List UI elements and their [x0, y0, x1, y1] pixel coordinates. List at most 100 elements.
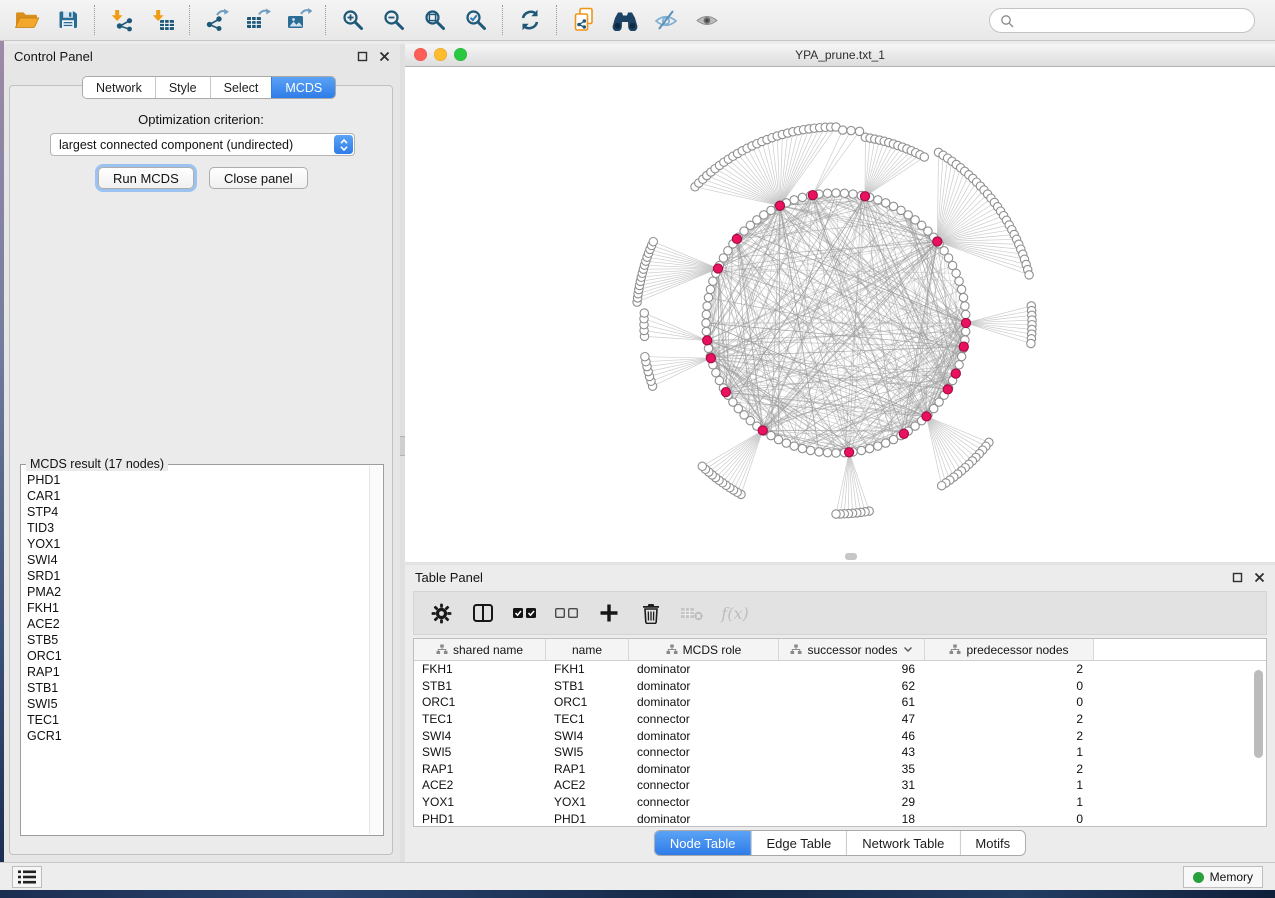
table-cell: 2: [925, 762, 1094, 776]
table-cell: dominator: [629, 695, 779, 709]
result-scrollbar-track[interactable]: [369, 466, 382, 834]
close-panel-button-2[interactable]: Close panel: [209, 167, 308, 189]
show-all-button[interactable]: [686, 3, 727, 37]
mcds-result-item[interactable]: FKH1: [27, 600, 367, 616]
network-hscroll-thumb[interactable]: [845, 553, 857, 560]
table-cell: STB1: [546, 679, 629, 693]
tab-network[interactable]: Network: [83, 77, 155, 98]
close-table-panel-button[interactable]: [1253, 572, 1265, 584]
mcds-result-item[interactable]: SRD1: [27, 568, 367, 584]
find-binoculars-button[interactable]: [604, 3, 645, 37]
table-cell: 62: [779, 679, 925, 693]
mcds-result-item[interactable]: ACE2: [27, 616, 367, 632]
import-network-button[interactable]: [101, 3, 142, 37]
column-header-name[interactable]: name: [546, 639, 629, 660]
mcds-result-item[interactable]: SWI4: [27, 552, 367, 568]
mcds-result-item[interactable]: TEC1: [27, 712, 367, 728]
task-history-button[interactable]: [12, 866, 42, 888]
criterion-dropdown[interactable]: largest connected component (undirected): [50, 133, 355, 156]
table-row[interactable]: FKH1FKH1dominator962: [414, 661, 1266, 678]
zoom-out-button[interactable]: [373, 3, 414, 37]
mcds-result-item[interactable]: ORC1: [27, 648, 367, 664]
tab-network-table[interactable]: Network Table: [846, 831, 959, 855]
table-cell: RAP1: [414, 762, 546, 776]
tab-select[interactable]: Select: [210, 77, 272, 98]
mcds-result-item[interactable]: STP4: [27, 504, 367, 520]
tab-edge-table[interactable]: Edge Table: [750, 831, 846, 855]
import-table-button[interactable]: [142, 3, 183, 37]
zoom-fit-icon: [423, 8, 447, 32]
column-settings-icon: [431, 603, 452, 624]
network-window: YPA_prune.txt_1: [405, 44, 1275, 562]
mcds-result-item[interactable]: YOX1: [27, 536, 367, 552]
mcds-result-item[interactable]: RAP1: [27, 664, 367, 680]
hide-selected-button[interactable]: [645, 3, 686, 37]
mcds-result-item[interactable]: CAR1: [27, 488, 367, 504]
table-row[interactable]: SWI5SWI5connector431: [414, 744, 1266, 761]
search-icon: [1000, 14, 1014, 28]
minimize-window-light[interactable]: [434, 48, 447, 61]
mcds-result-item[interactable]: GCR1: [27, 728, 367, 744]
export-image-button[interactable]: [278, 3, 319, 37]
zoom-in-icon: [341, 8, 365, 32]
run-mcds-button[interactable]: Run MCDS: [98, 167, 194, 189]
apply-layout-button[interactable]: [509, 3, 550, 37]
table-row[interactable]: PHD1PHD1dominator180: [414, 810, 1266, 827]
network-graph[interactable]: [405, 67, 1275, 562]
column-settings-button[interactable]: [428, 600, 454, 626]
zoom-in-button[interactable]: [332, 3, 373, 37]
mcds-result-item[interactable]: STB1: [27, 680, 367, 696]
open-file-button[interactable]: [6, 3, 47, 37]
import-table-icon: [150, 8, 176, 32]
table-row[interactable]: ORC1ORC1dominator610: [414, 694, 1266, 711]
table-row[interactable]: STB1STB1dominator620: [414, 678, 1266, 695]
table-row[interactable]: RAP1RAP1dominator352: [414, 761, 1266, 778]
memory-button[interactable]: Memory: [1183, 866, 1263, 888]
new-network-from-selection-button[interactable]: [563, 3, 604, 37]
tab-style[interactable]: Style: [155, 77, 210, 98]
float-table-panel-button[interactable]: [1231, 572, 1243, 584]
table-scrollbar-thumb[interactable]: [1254, 670, 1263, 758]
select-all-rows-button[interactable]: [512, 600, 538, 626]
table-cell: 0: [925, 679, 1094, 693]
table-cell: PHD1: [546, 812, 629, 826]
tab-mcds[interactable]: MCDS: [271, 77, 335, 98]
search-input[interactable]: [1020, 13, 1254, 29]
table-header-row: shared namenameMCDS rolesuccessor nodesp…: [414, 639, 1266, 661]
zoom-selected-button[interactable]: [455, 3, 496, 37]
table-row[interactable]: TEC1TEC1connector472: [414, 711, 1266, 728]
network-window-titlebar[interactable]: YPA_prune.txt_1: [405, 44, 1275, 67]
mcds-result-item[interactable]: PMA2: [27, 584, 367, 600]
column-header-predecessor-nodes[interactable]: predecessor nodes: [925, 639, 1094, 660]
mcds-result-item[interactable]: PHD1: [27, 472, 367, 488]
split-table-view-button[interactable]: [470, 600, 496, 626]
close-window-light[interactable]: [414, 48, 427, 61]
mcds-result-item[interactable]: SWI5: [27, 696, 367, 712]
delete-column-button[interactable]: [638, 600, 664, 626]
column-header-shared-name[interactable]: shared name: [414, 639, 546, 660]
save-session-button[interactable]: [47, 3, 88, 37]
column-header-MCDS-role[interactable]: MCDS role: [629, 639, 779, 660]
tab-motifs[interactable]: Motifs: [959, 831, 1025, 855]
network-canvas[interactable]: [405, 67, 1275, 562]
export-network-button[interactable]: [196, 3, 237, 37]
zoom-window-light[interactable]: [454, 48, 467, 61]
table-row[interactable]: SWI4SWI4dominator462: [414, 727, 1266, 744]
export-table-button[interactable]: [237, 3, 278, 37]
tab-node-table[interactable]: Node Table: [655, 831, 751, 855]
table-cell: STB1: [414, 679, 546, 693]
zoom-fit-button[interactable]: [414, 3, 455, 37]
column-header-successor-nodes[interactable]: successor nodes: [779, 639, 925, 660]
add-column-button[interactable]: [596, 600, 622, 626]
mcds-result-item[interactable]: STB5: [27, 632, 367, 648]
table-row[interactable]: ACE2ACE2connector311: [414, 777, 1266, 794]
find-binoculars-icon: [611, 9, 639, 31]
chevron-down-icon[interactable]: [903, 646, 913, 653]
deselect-all-rows-button[interactable]: [554, 600, 580, 626]
close-panel-button[interactable]: [378, 51, 390, 63]
float-panel-button[interactable]: [356, 51, 368, 63]
apply-layout-icon: [518, 8, 542, 32]
mcds-result-item[interactable]: TID3: [27, 520, 367, 536]
delete-table-icon: [680, 604, 706, 622]
table-row[interactable]: YOX1YOX1connector291: [414, 794, 1266, 811]
